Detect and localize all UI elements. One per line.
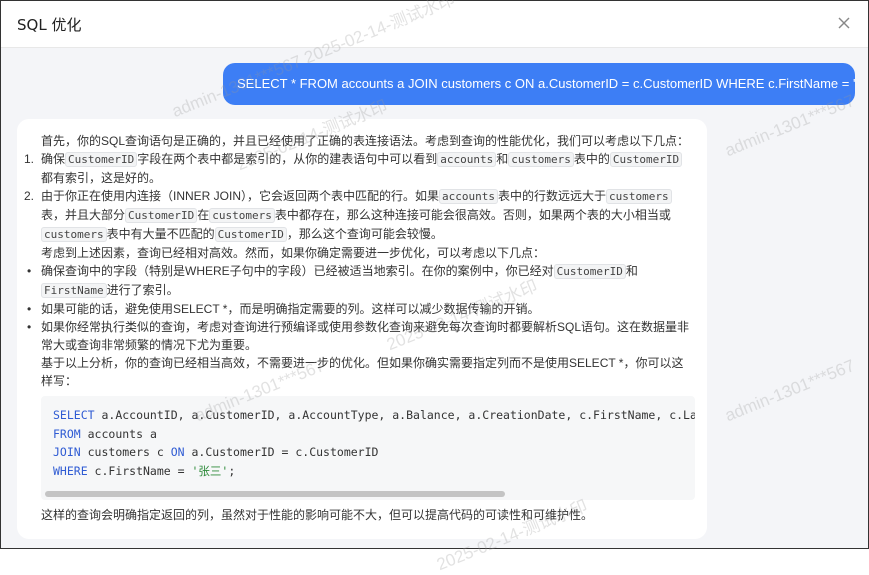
text: 表中都存在，那么这种连接可能会很高效。否则，如果两个表的大小相当或 bbox=[274, 208, 671, 222]
list-item: • 如果你经常执行类似的查询，考虑对查询进行预编译或使用参数化查询来避免每次查询… bbox=[27, 318, 695, 354]
inline-code: customers bbox=[41, 227, 107, 242]
reply-closing: 这样的查询会明确指定返回的列，虽然对于性能的影响可能不大，但可以提高代码的可读性… bbox=[41, 508, 594, 522]
text: 表中的 bbox=[573, 152, 610, 166]
text: 如果你经常执行类似的查询，考虑对查询进行预编译或使用参数化查询来避免每次查询时都… bbox=[41, 320, 690, 352]
code-keyword: ON bbox=[170, 445, 185, 459]
code-text: a.AccountID, a.CustomerID, a.AccountType… bbox=[94, 408, 695, 422]
text: 表中的行数远远大于 bbox=[498, 189, 607, 203]
text: 表中有大量不匹配的 bbox=[106, 227, 215, 241]
inline-code: CustomerID bbox=[65, 152, 138, 167]
inline-code: CustomerID bbox=[553, 264, 626, 279]
reply-summary: 基于以上分析，你的查询已经相当高效，不需要进一步的优化。但如果你确实需要指定列而… bbox=[41, 356, 684, 388]
dialog-title: SQL 优化 bbox=[17, 16, 82, 34]
code-keyword: WHERE bbox=[53, 463, 88, 478]
list-item: 1. 确保 CustomerID 字段在两个表中都是索引的，从你的建表语句中可以看到… bbox=[24, 150, 695, 187]
code-text: c.FirstName = bbox=[87, 463, 192, 478]
text: 和 bbox=[496, 152, 509, 166]
numbered-list: 1. 确保 CustomerID 字段在两个表中都是索引的，从你的建表语句中可以看到… bbox=[24, 150, 695, 244]
code-text: a.CustomerID = c.CustomerID bbox=[184, 445, 379, 459]
text: 由于你正在使用内连接（INNER JOIN），它会返回两个表中匹配的行。如果 bbox=[41, 189, 440, 203]
inline-code: customers bbox=[508, 152, 574, 167]
reply-intro: 首先，你的SQL查询语句是正确的，并且已经使用了正确的表连接语法。考虑到查询的性… bbox=[41, 134, 690, 148]
text: 如果可能的话，避免使用SELECT *，而是明确指定需要的列。这样可以减少数据传… bbox=[41, 302, 540, 316]
close-icon bbox=[838, 17, 850, 29]
inline-code: CustomerID bbox=[125, 208, 198, 223]
text: ，那么这个查询可能会较慢。 bbox=[286, 227, 443, 241]
inline-code: customers bbox=[606, 189, 672, 204]
assistant-reply: 首先，你的SQL查询语句是正确的，并且已经使用了正确的表连接语法。考虑到查询的性… bbox=[17, 119, 707, 539]
list-number: 2. bbox=[24, 189, 35, 203]
code-keyword: SELECT bbox=[53, 408, 95, 422]
sql-optimize-dialog: SQL 优化 SELECT * FROM accounts a JOIN cus… bbox=[0, 0, 869, 574]
horizontal-scrollbar[interactable] bbox=[45, 491, 505, 497]
text: 和 bbox=[625, 264, 638, 278]
inline-code: FirstName bbox=[41, 283, 107, 298]
text: 进行了索引。 bbox=[106, 283, 179, 297]
code-text: accounts a bbox=[80, 426, 157, 441]
text: 在 bbox=[197, 208, 210, 222]
close-button[interactable] bbox=[834, 13, 854, 33]
text: 都有索引，这是好的。 bbox=[41, 171, 162, 185]
bullet-dot: • bbox=[27, 302, 32, 316]
text: 确保查询中的字段（特别是WHERE子句中的字段）已经被适当地索引。在你的案例中，… bbox=[41, 264, 554, 278]
watermark: admin-1301***567 bbox=[722, 355, 858, 426]
code-string: '张三' bbox=[191, 463, 229, 478]
text: 字段在两个表中都是索引的，从你的建表语句中可以看到 bbox=[137, 152, 438, 166]
reply-mid: 考虑到上述因素，查询已经相对高效。然而，如果你确定需要进一步优化，可以考虑以下几… bbox=[41, 246, 546, 260]
list-number: 1. bbox=[24, 152, 35, 166]
text: 表，并且大部分 bbox=[41, 208, 126, 222]
code-text: ; bbox=[228, 463, 236, 478]
inline-code: accounts bbox=[439, 189, 498, 204]
inline-code: CustomerID bbox=[609, 152, 683, 167]
inline-code: customers bbox=[209, 208, 275, 223]
inline-code: CustomerID bbox=[214, 227, 287, 242]
bullet-list: • 确保查询中的字段（特别是WHERE子句中的字段）已经被适当地索引。在你的案例… bbox=[27, 262, 695, 354]
list-item: 2. 由于你正在使用内连接（INNER JOIN），它会返回两个表中匹配的行。如… bbox=[24, 187, 695, 244]
dialog-header: SQL 优化 bbox=[1, 1, 868, 48]
bullet-dot: • bbox=[27, 264, 32, 278]
list-item: • 如果可能的话，避免使用SELECT *，而是明确指定需要的列。这样可以减少数… bbox=[27, 300, 695, 318]
code-block[interactable]: SELECT a.AccountID, a.CustomerID, a.Acco… bbox=[41, 396, 695, 500]
bullet-dot: • bbox=[27, 320, 32, 334]
text: 确保 bbox=[41, 152, 66, 166]
inline-code: accounts bbox=[437, 152, 497, 167]
code-text: customers c bbox=[80, 445, 171, 459]
list-item: • 确保查询中的字段（特别是WHERE子句中的字段）已经被适当地索引。在你的案例… bbox=[27, 262, 695, 300]
user-message-bubble: SELECT * FROM accounts a JOIN customers … bbox=[223, 63, 855, 105]
code-keyword: FROM bbox=[53, 426, 81, 441]
code-keyword: JOIN bbox=[53, 445, 81, 459]
